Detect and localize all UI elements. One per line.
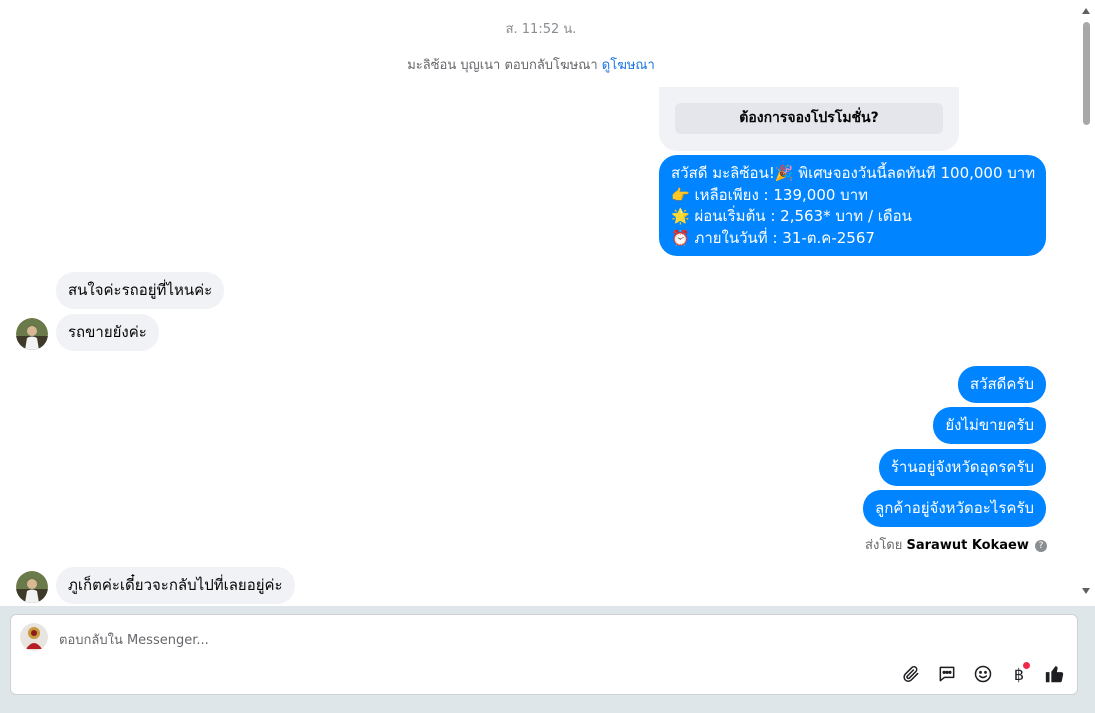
saved-reply-icon[interactable]	[935, 662, 959, 686]
incoming-message[interactable]: รถขายยังค่ะ	[56, 314, 159, 351]
sender-name: Sarawut Kokaew	[906, 538, 1029, 553]
conversation-pane: ส. 11:52 น. มะลิซ้อน บุญเนา ตอบกลับโฆษณา…	[0, 0, 1095, 606]
help-icon[interactable]: ?	[1035, 540, 1047, 552]
incoming-message[interactable]: สนใจค่ะรถอยู่ที่ไหนค่ะ	[56, 272, 225, 309]
promo-line: ⏰ ภายในวันที่ : 31-ต.ค-2567	[671, 228, 875, 247]
view-ad-link[interactable]: ดูโฆษณา	[602, 58, 655, 73]
ad-reply-notice: มะลิซ้อน บุญเนา ตอบกลับโฆษณา ดูโฆษณา	[0, 54, 1062, 75]
customer-avatar[interactable]	[16, 318, 48, 350]
scrollbar-thumb[interactable]	[1083, 22, 1090, 125]
outgoing-message[interactable]: ร้านอยู่จังหวัดอุดรครับ	[878, 449, 1046, 486]
promo-line: สวัสดี มะลิซ้อน!🎉 พิเศษจองวันนี้ลดทันที …	[671, 164, 1036, 182]
promo-line: 🌟 ผ่อนเริ่มต้น : 2,563* บาท / เดือน	[671, 207, 912, 225]
scroll-down-icon[interactable]	[1082, 588, 1090, 594]
page-avatar	[20, 623, 48, 651]
like-icon[interactable]	[1043, 662, 1067, 686]
incoming-message[interactable]: ภูเก็ตค่ะเดี๋ยวจะกลับไปที่เลยอยู่ค่ะ	[56, 567, 295, 604]
page-logo-icon	[20, 623, 48, 651]
avatar-photo-icon	[16, 571, 48, 603]
outgoing-message[interactable]: ลูกค้าอยู่จังหวัดอะไรครับ	[863, 490, 1046, 527]
baht-icon[interactable]: ฿	[1007, 662, 1031, 686]
avatar-photo-icon	[16, 318, 48, 350]
reply-input[interactable]: ตอบกลับใน Messenger...	[59, 629, 209, 650]
emoji-icon[interactable]	[971, 662, 995, 686]
scroll-up-icon[interactable]	[1082, 8, 1090, 14]
message-timestamp: ส. 11:52 น.	[505, 22, 577, 37]
sent-by-label: ส่งโดย Sarawut Kokaew ?	[865, 534, 1047, 555]
outgoing-message[interactable]: สวัสดีครับ	[957, 366, 1046, 403]
scrollbar[interactable]	[1078, 0, 1095, 606]
promo-card: ต้องการจองโปรโมชั่น?	[659, 87, 959, 151]
ad-reply-text: มะลิซ้อน บุญเนา ตอบกลับโฆษณา	[407, 58, 598, 73]
attach-icon[interactable]	[899, 662, 923, 686]
promo-line: 👉 เหลือเพียง : 139,000 บาท	[671, 185, 869, 204]
notification-dot	[1023, 662, 1030, 669]
composer-toolbar: ฿	[899, 661, 1067, 687]
sent-by-prefix: ส่งโดย	[865, 538, 903, 553]
customer-avatar[interactable]	[16, 571, 48, 603]
outgoing-message[interactable]: ยังไม่ขายครับ	[933, 407, 1046, 444]
reply-composer: ตอบกลับใน Messenger... ฿	[10, 614, 1078, 695]
book-promo-button[interactable]: ต้องการจองโปรโมชั่น?	[675, 103, 943, 134]
promo-message-bubble[interactable]: สวัสดี มะลิซ้อน!🎉 พิเศษจองวันนี้ลดทันที …	[659, 155, 1046, 256]
